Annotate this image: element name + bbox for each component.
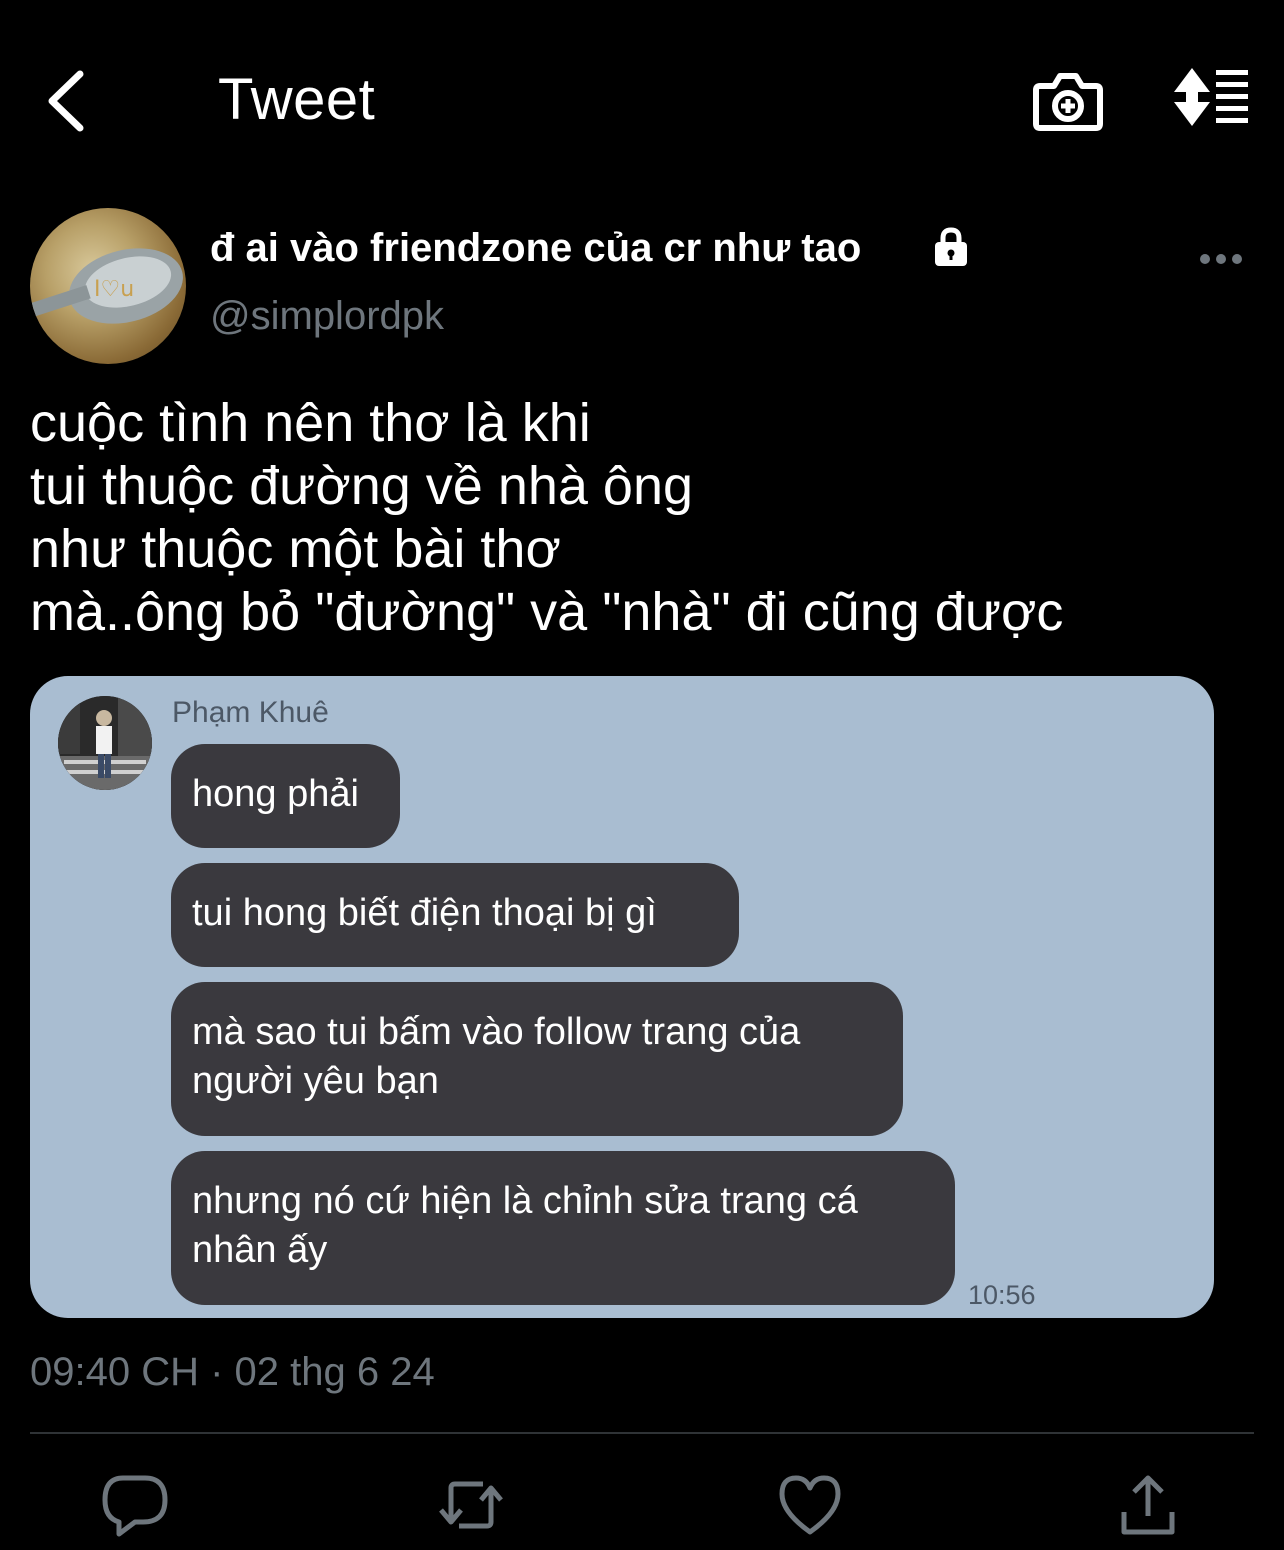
tweet-line: mà..ông bỏ "đường" và "nhà" đi cũng được [30,582,1064,642]
tweet-line: cuộc tình nên thơ là khi [30,393,591,453]
sort-list-icon [1174,68,1248,126]
share-button[interactable] [1114,1472,1182,1538]
chat-message: tui hong biết điện thoại bị gì [171,863,739,967]
author-avatar[interactable]: I♡u [30,208,186,364]
sort-replies-button[interactable] [1170,66,1254,132]
more-options-button[interactable] [1196,244,1246,274]
chevron-left-icon [48,70,84,132]
page-title: Tweet [218,67,376,132]
author-display-name[interactable]: đ ai vào friendzone của cr như tao [210,226,861,271]
camera-add-icon [1033,73,1103,131]
reply-icon [102,1475,168,1537]
divider [30,1432,1254,1434]
tweet-detail-page: Tweet I♡u đ ai vào friendzone của cr như… [0,0,1284,1550]
tweet-line: tui thuộc đường về nhà ông [30,456,694,516]
author-handle[interactable]: @simplordpk [210,294,444,339]
chat-avatar [58,696,152,790]
spoon-heart-image: I♡u [30,248,183,324]
retweet-icon [439,1481,503,1529]
like-button[interactable] [776,1472,844,1538]
svg-text:I♡u: I♡u [94,277,134,302]
tweet-text: cuộc tình nên thơ là khi tui thuộc đường… [30,392,1250,644]
tweet-line: như thuộc một bài thơ [30,519,561,579]
heart-icon [779,1475,841,1535]
back-button[interactable] [40,66,100,136]
chat-message: nhưng nó cứ hiện là chỉnh sửa trang cá n… [171,1151,955,1305]
chat-time: 10:56 [968,1280,1036,1310]
chat-sender-name: Phạm Khuê [172,696,329,729]
share-icon [1121,1475,1175,1535]
camera-button[interactable] [1032,66,1104,136]
lock-icon [935,227,967,266]
top-bar: Tweet [0,0,1284,200]
reply-button[interactable] [101,1472,169,1538]
person-photo-image [58,696,152,790]
chat-message: mà sao tui bấm vào follow trang của ngườ… [171,982,903,1136]
tweet-timestamp: 09:40 CH · 02 thg 6 24 [30,1350,435,1394]
retweet-button[interactable] [437,1472,505,1538]
more-dots-icon [1200,254,1242,264]
tweet-media-image[interactable]: Phạm Khuê hong phải tui hong biết điện t… [30,676,1214,1318]
chat-message: hong phải [171,744,400,848]
